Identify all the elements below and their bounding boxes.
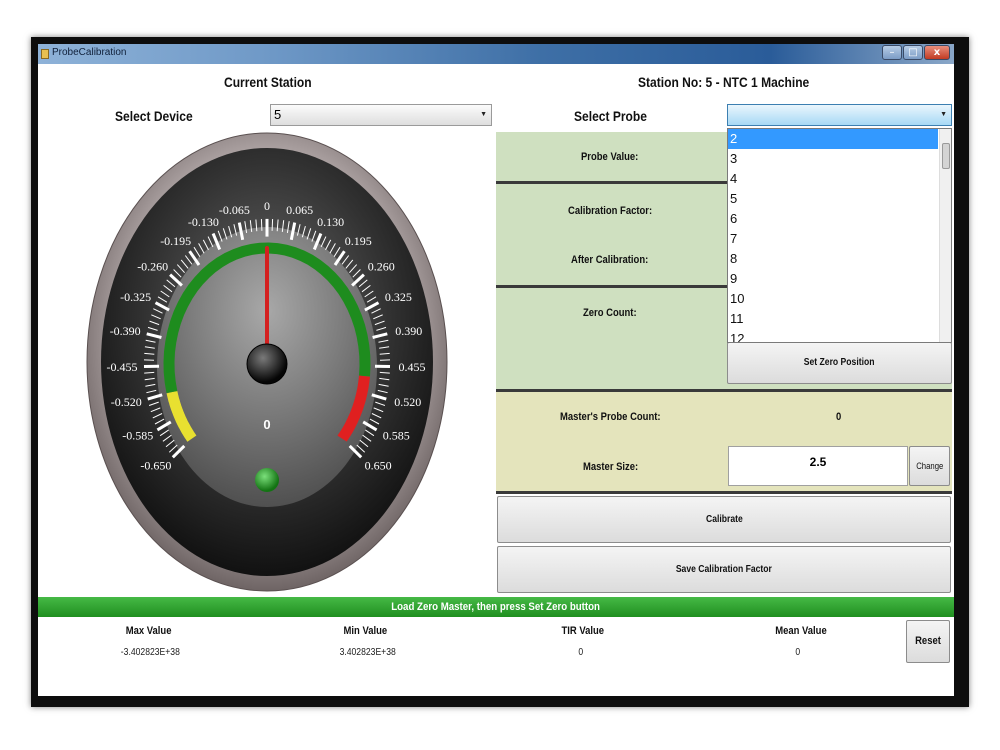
dropdown-scrollbar[interactable] <box>939 129 951 342</box>
gauge-tick-label: -0.325 <box>120 290 151 304</box>
probe-option[interactable]: 4 <box>728 169 938 189</box>
maximize-button[interactable]: □ <box>903 45 923 60</box>
device-select-value: 5 <box>274 107 282 122</box>
gauge-tick-label: 0.195 <box>345 234 372 248</box>
close-button[interactable]: x <box>924 45 950 60</box>
gauge-tick-label: -0.455 <box>107 360 138 374</box>
device-select[interactable]: 5 ▼ <box>270 104 492 126</box>
master-size-label: Master Size: <box>583 461 639 473</box>
select-probe-label: Select Probe <box>574 108 647 124</box>
probe-select[interactable]: ▼ <box>727 104 952 126</box>
chevron-down-icon: ▼ <box>480 111 487 118</box>
gauge-tick-label: -0.650 <box>140 459 171 473</box>
needle-hub <box>246 343 288 385</box>
window-title: ProbeCalibration <box>52 47 127 58</box>
min-value-label: Min Value <box>343 625 388 637</box>
scrollbar-thumb[interactable] <box>942 143 950 169</box>
gauge-minor-tick <box>144 371 155 374</box>
chevron-down-icon: ▼ <box>940 111 947 118</box>
change-button[interactable]: Change <box>909 446 950 486</box>
station-number-label: Station No: 5 - NTC 1 Machine <box>638 74 810 90</box>
calibrate-button[interactable]: Calibrate <box>497 496 951 543</box>
gauge-tick-label: 0.130 <box>317 215 344 229</box>
status-message-bar: Load Zero Master, then press Set Zero bu… <box>38 597 954 617</box>
current-station-label: Current Station <box>224 74 312 90</box>
probe-option[interactable]: 5 <box>728 189 938 209</box>
gauge-tick-label: -0.130 <box>188 215 219 229</box>
app-icon <box>41 49 49 59</box>
gauge-tick-label: 0.390 <box>395 324 422 338</box>
gauge-reading: 0 <box>263 417 270 432</box>
gauge-tick-label: 0.260 <box>368 260 395 274</box>
gauge-tick-label: -0.195 <box>160 234 191 248</box>
max-value-label: Max Value <box>125 625 172 637</box>
probe-option[interactable]: 3 <box>728 149 938 169</box>
probe-option[interactable]: 9 <box>728 269 938 289</box>
tir-value: 0 <box>578 647 584 658</box>
mean-value-label: Mean Value <box>775 625 827 637</box>
probe-option[interactable]: 11 <box>728 309 938 329</box>
gauge-dial: -0.650 -0.585 -0.520 -0.455 -0.390 -0.325 -0.2… <box>86 132 448 592</box>
gauge-tick-label: 0.325 <box>385 290 412 304</box>
master-size-input[interactable]: 2.5 <box>728 446 908 486</box>
probe-option[interactable]: 12 <box>728 329 938 342</box>
gauge-minor-tick <box>379 371 390 374</box>
gauge-tick-label: 0.585 <box>383 429 410 443</box>
gauge-tick-label: 0.650 <box>365 459 392 473</box>
masters-probe-count-label: Master's Probe Count: <box>560 411 661 423</box>
probe-option[interactable]: 7 <box>728 229 938 249</box>
tir-value-label: TIR Value <box>561 625 605 637</box>
probe-option[interactable]: 2 <box>728 129 938 149</box>
min-value: 3.402823E+38 <box>339 647 396 658</box>
set-zero-position-button[interactable]: Set Zero Position <box>727 342 952 384</box>
masters-probe-count-value: 0 <box>836 411 842 423</box>
title-bar[interactable]: ProbeCalibration – □ x <box>38 44 954 64</box>
probe-gauge: -0.650 -0.585 -0.520 -0.455 -0.390 -0.325 -0.2… <box>86 132 448 592</box>
gauge-tick-label: 0.065 <box>286 203 313 217</box>
gauge-tick-label: -0.065 <box>219 203 250 217</box>
probe-option[interactable]: 6 <box>728 209 938 229</box>
zero-count-label: Zero Count: <box>583 307 637 319</box>
mean-value: 0 <box>795 647 801 658</box>
gauge-tick-label: 0 <box>264 199 270 213</box>
reset-button[interactable]: Reset <box>906 620 950 663</box>
gauge-tick-label: 0.455 <box>399 360 426 374</box>
gauge-tick-label: -0.585 <box>122 429 153 443</box>
gauge-tick-label: 0.520 <box>394 395 421 409</box>
gauge-tick-label: -0.520 <box>111 395 142 409</box>
probe-dropdown-list[interactable]: 2 3 4 5 6 7 8 9 10 11 12 <box>727 128 952 343</box>
calibration-factor-label: Calibration Factor: <box>568 205 653 217</box>
probe-calibration-window: ProbeCalibration – □ x Current Station S… <box>38 44 954 696</box>
gauge-minor-tick <box>271 218 274 231</box>
probe-value-label: Probe Value: <box>581 151 639 163</box>
select-device-label: Select Device <box>115 108 193 124</box>
gauge-tick-label: -0.260 <box>137 260 168 274</box>
probe-option[interactable]: 8 <box>728 249 938 269</box>
gauge-tick-label: -0.390 <box>110 324 141 338</box>
save-calibration-factor-button[interactable]: Save Calibration Factor <box>497 546 951 593</box>
divider <box>496 491 952 494</box>
after-calibration-label: After Calibration: <box>571 254 649 266</box>
gauge-minor-tick <box>260 218 263 231</box>
status-indicator-icon <box>255 468 279 492</box>
max-value: -3.402823E+38 <box>120 647 180 658</box>
minimize-button[interactable]: – <box>882 45 902 60</box>
probe-option[interactable]: 10 <box>728 289 938 309</box>
